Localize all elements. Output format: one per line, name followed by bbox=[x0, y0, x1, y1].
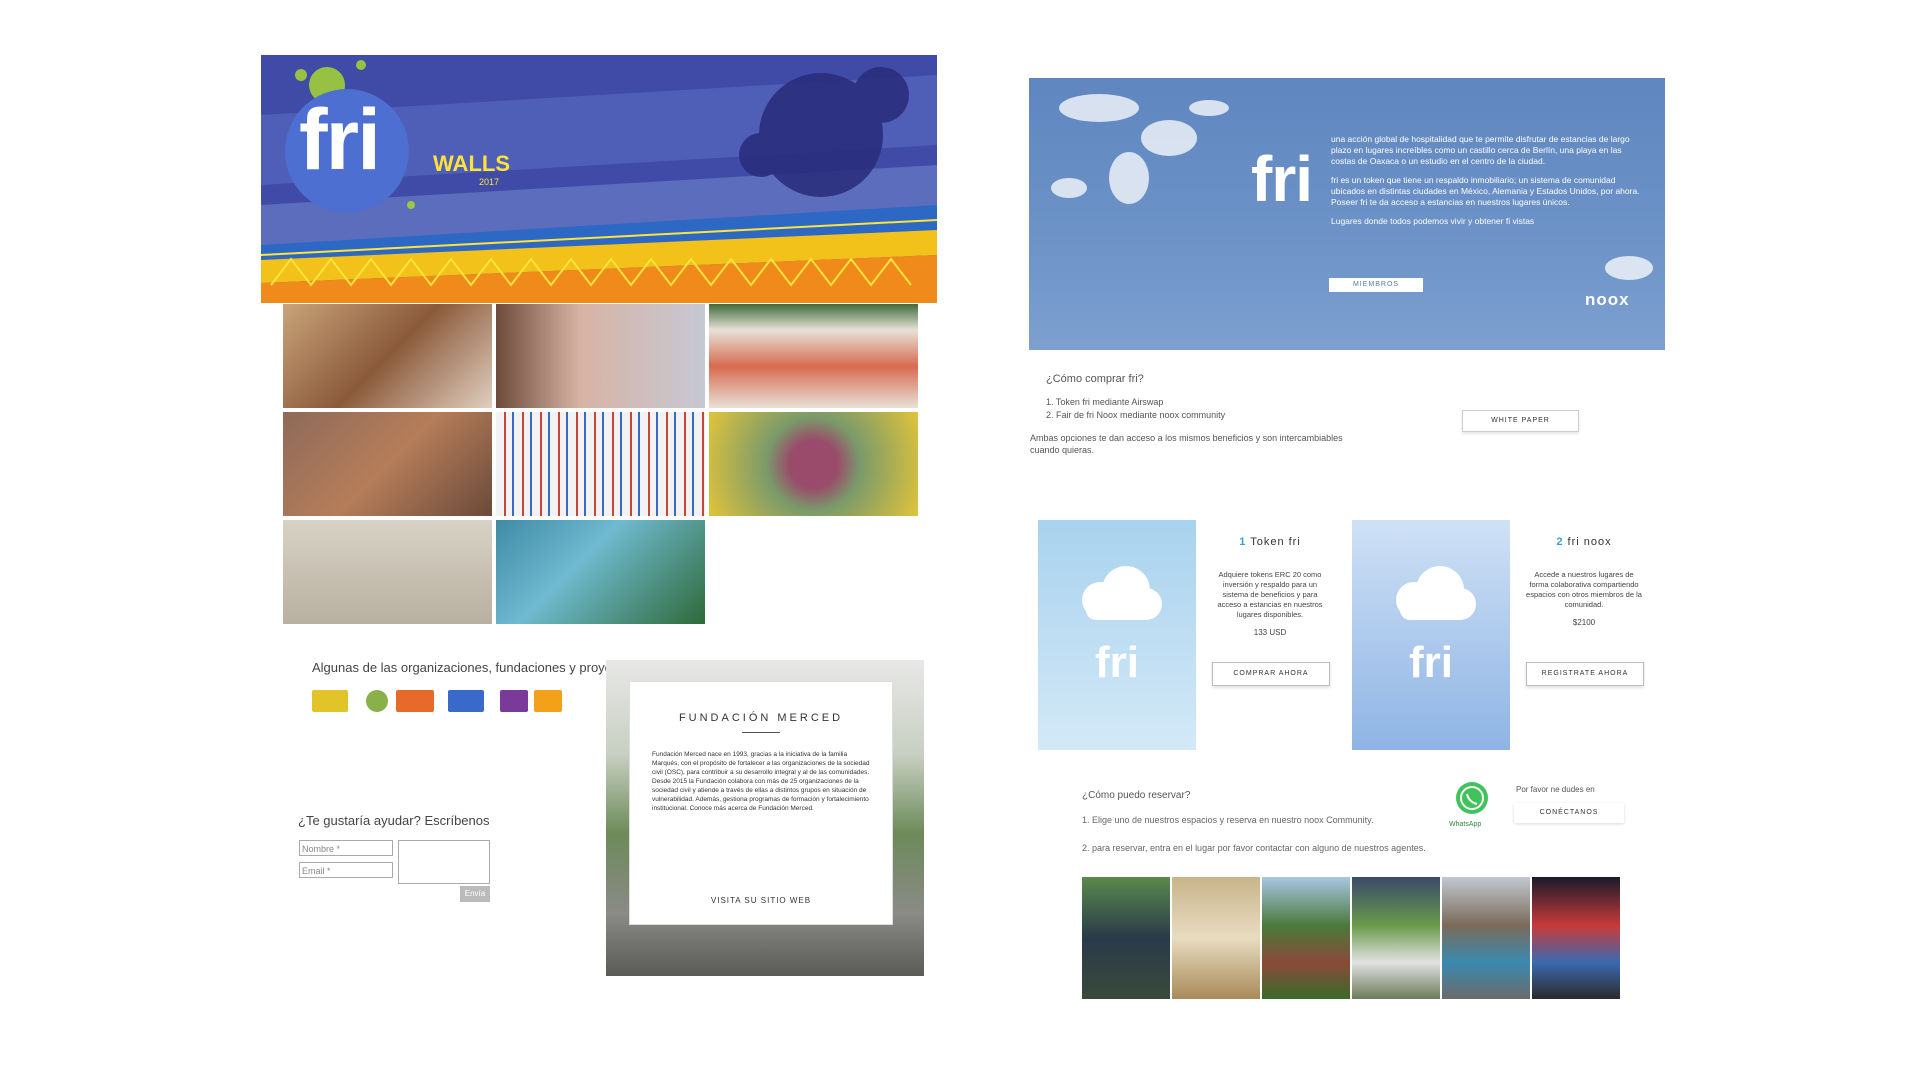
how-to-buy-steps: 1. Token fri mediante Airswap 2. Fair de… bbox=[1046, 396, 1225, 422]
fri-noox-card: fri bbox=[1352, 520, 1510, 750]
foundation-website-link[interactable]: VISITA SU SITIO WEB bbox=[630, 896, 892, 905]
gallery-image-horse[interactable] bbox=[283, 304, 492, 408]
foundation-description: Fundación Merced nace en 1993, gracias a… bbox=[652, 751, 870, 812]
card-fri-logo: fri bbox=[1095, 638, 1139, 687]
hero-paragraph: fri es un token que tiene un respaldo in… bbox=[1331, 175, 1640, 207]
divider bbox=[742, 732, 780, 733]
offer-name: fri noox bbox=[1567, 536, 1612, 548]
hero-text: una acción global de hospitalidad que te… bbox=[1331, 134, 1643, 235]
offer-title: 1 Token fri bbox=[1200, 536, 1340, 548]
org-logo bbox=[448, 690, 484, 712]
org-logo bbox=[534, 690, 562, 712]
name-field[interactable]: Nombre * bbox=[299, 840, 393, 856]
walls-title: WALLS bbox=[433, 151, 510, 176]
cloud-icon bbox=[1082, 566, 1162, 620]
how-to-buy-note: Ambas opciones te dan acceso a los mismo… bbox=[1030, 433, 1343, 455]
organizations-title: Algunas de las organizaciones, fundacion… bbox=[312, 660, 636, 675]
offer-name: Token fri bbox=[1250, 536, 1301, 548]
help-title: ¿Te gustaría ayudar? Escríbenos bbox=[298, 813, 490, 828]
buy-step: 1. Token fri mediante Airswap bbox=[1046, 397, 1164, 407]
register-now-button[interactable]: REGISTRATE AHORA bbox=[1526, 662, 1644, 686]
mural-gallery bbox=[283, 304, 923, 624]
place-photo[interactable] bbox=[1172, 877, 1260, 999]
offer-description: Accede a nuestros lugares de forma colab… bbox=[1526, 570, 1642, 609]
white-paper-button[interactable]: WHITE PAPER bbox=[1462, 410, 1579, 432]
org-logo bbox=[312, 690, 348, 712]
connect-button[interactable]: CONÉCTANOS bbox=[1514, 803, 1624, 823]
gallery-image-painter[interactable] bbox=[496, 304, 705, 408]
reserve-step: 1. Elige uno de nuestros espacios y rese… bbox=[1082, 815, 1374, 825]
card-fri-logo: fri bbox=[1409, 638, 1453, 687]
org-logo bbox=[396, 690, 434, 712]
cloud-icon bbox=[1396, 566, 1476, 620]
message-field[interactable] bbox=[398, 840, 490, 884]
send-button[interactable]: Envía bbox=[460, 886, 490, 902]
place-photo[interactable] bbox=[1352, 877, 1440, 999]
gallery-image-blue-mural[interactable] bbox=[496, 520, 705, 624]
org-logo bbox=[500, 690, 528, 712]
email-field[interactable]: Email * bbox=[299, 862, 393, 878]
foundation-card: FUNDACIÓN MERCED Fundación Merced nace e… bbox=[630, 682, 892, 924]
buy-step: 2. Fair de fri Noox mediante noox commun… bbox=[1046, 410, 1226, 420]
how-to-reserve-title: ¿Cómo puedo reservar? bbox=[1082, 790, 1191, 801]
fri-logo: fri bbox=[299, 92, 381, 188]
offer-title: 2 fri noox bbox=[1514, 536, 1654, 548]
hero-sky: fri una acción global de hospitalidad qu… bbox=[1029, 78, 1665, 350]
hero-paragraph: una acción global de hospitalidad que te… bbox=[1331, 134, 1630, 166]
hero-fri-logo: fri bbox=[1251, 143, 1313, 215]
hero-paragraph: Lugares donde todos podemos vivir y obte… bbox=[1331, 216, 1535, 226]
offer-price: 133 USD bbox=[1253, 628, 1287, 637]
gallery-image-wall[interactable] bbox=[709, 304, 918, 408]
offer-number: 1 bbox=[1239, 536, 1247, 548]
offer-price: $2100 bbox=[1572, 618, 1596, 627]
token-fri-offer: 1 Token fri Adquiere tokens ERC 20 como … bbox=[1200, 520, 1340, 750]
token-fri-card: fri bbox=[1038, 520, 1196, 750]
gallery-image-agave[interactable] bbox=[709, 412, 918, 516]
fri-walls-banner: fri WALLS 2017 bbox=[261, 55, 937, 303]
reserve-step: 2. para reservar, entra en el lugar por … bbox=[1082, 843, 1426, 853]
buy-now-button[interactable]: COMPRAR AHORA bbox=[1212, 662, 1330, 686]
members-button[interactable]: MIEMBROS bbox=[1329, 278, 1423, 292]
place-photo[interactable] bbox=[1262, 877, 1350, 999]
whatsapp-icon[interactable] bbox=[1452, 780, 1492, 820]
contact-text: Por favor ne dudes en bbox=[1516, 785, 1595, 794]
gallery-image-hands[interactable] bbox=[283, 412, 492, 516]
place-photo[interactable] bbox=[1442, 877, 1530, 999]
place-photo[interactable] bbox=[1532, 877, 1620, 999]
offer-description: Adquiere tokens ERC 20 como inversión y … bbox=[1217, 570, 1323, 619]
offer-number: 2 bbox=[1556, 536, 1564, 548]
gallery-image-figures[interactable] bbox=[496, 412, 705, 516]
place-photo[interactable] bbox=[1082, 877, 1170, 999]
fri-noox-offer: 2 fri noox Accede a nuestros lugares de … bbox=[1514, 520, 1654, 750]
noox-logo: noox bbox=[1585, 290, 1630, 309]
walls-year: 2017 bbox=[479, 177, 500, 187]
whatsapp-label: WhatsApp bbox=[1449, 821, 1482, 828]
how-to-buy-title: ¿Cómo comprar fri? bbox=[1046, 373, 1144, 385]
foundation-title: FUNDACIÓN MERCED bbox=[678, 712, 844, 724]
gallery-image-birds[interactable] bbox=[283, 520, 492, 624]
org-logo bbox=[366, 690, 388, 712]
